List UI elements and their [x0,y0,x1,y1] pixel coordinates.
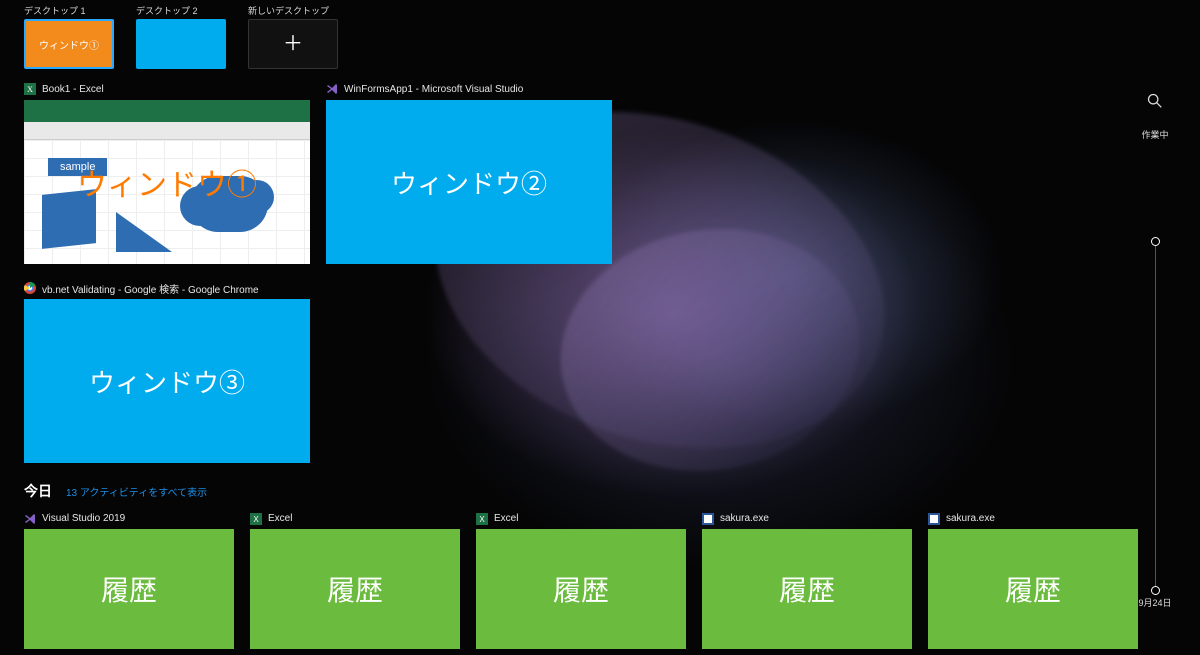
activity-title: Excel [494,513,518,524]
window-title: vb.net Validating - Google 検索 - Google C… [42,281,259,296]
svg-text:X: X [253,515,259,524]
window-tile-vs[interactable]: WinFormsApp1 - Microsoft Visual Studio ウ… [326,81,612,264]
activity-title-bar: sakura.exe [928,511,1138,526]
activity-thumbnail[interactable]: 履歴 [24,529,234,649]
window-thumbnail[interactable]: sample ウィンドウ① [24,100,310,264]
timeline-activities-row: Visual Studio 2019 履歴 X Excel 履歴 X Excel… [24,511,1176,649]
timeline-node-date[interactable] [1151,586,1160,595]
sakura-icon [928,513,940,525]
visual-studio-icon [24,513,36,525]
timeline-line [1155,237,1156,595]
visual-studio-icon [326,83,338,95]
activity-title: sakura.exe [946,513,995,524]
window-overlay-label: ウィンドウ① [24,100,310,264]
timeline-heading: 今日 [24,481,52,501]
svg-text:X: X [27,85,33,94]
window-tile-excel[interactable]: X Book1 - Excel sample ウィンドウ① [24,81,310,264]
timeline-show-all-link[interactable]: 13 アクティビティをすべて表示 [66,484,207,499]
virtual-desktop-thumb[interactable] [136,19,226,69]
plus-icon: ＋ [283,34,303,54]
activity-label: 履歴 [779,569,835,609]
chrome-icon [24,282,36,294]
window-thumbnail[interactable]: ウィンドウ② [326,100,612,264]
search-icon[interactable] [1146,92,1164,110]
activity-title-bar: Visual Studio 2019 [24,511,234,526]
activity-tile[interactable]: sakura.exe 履歴 [702,511,912,649]
new-desktop-label: 新しいデスクトップ [248,4,338,17]
svg-text:X: X [479,515,485,524]
activity-title: sakura.exe [720,513,769,524]
new-desktop-thumb[interactable]: ＋ [248,19,338,69]
activity-thumbnail[interactable]: 履歴 [476,529,686,649]
timeline-rail: 作業中 9月24日 [1130,92,1180,635]
sakura-icon [702,513,714,525]
timeline-node-now[interactable] [1151,237,1160,246]
activity-thumbnail[interactable]: 履歴 [250,529,460,649]
excel-icon: X [476,513,488,525]
window-title-bar: X Book1 - Excel [24,81,310,97]
new-desktop[interactable]: 新しいデスクトップ ＋ [248,4,338,69]
window-overlay-label: ウィンドウ② [391,164,547,201]
activity-label: 履歴 [1005,569,1061,609]
window-title: Book1 - Excel [42,84,104,95]
virtual-desktop-label: デスクトップ 2 [136,4,226,17]
activity-title: Excel [268,513,292,524]
virtual-desktop-1[interactable]: デスクトップ 1 ウィンドウ① [24,4,114,69]
timeline-date-label: 9月24日 [1130,596,1180,609]
virtual-desktop-2[interactable]: デスクトップ 2 [136,4,226,69]
window-title: WinFormsApp1 - Microsoft Visual Studio [344,84,523,95]
activity-thumbnail[interactable]: 履歴 [702,529,912,649]
virtual-desktops-bar: デスクトップ 1 ウィンドウ① デスクトップ 2 新しいデスクトップ ＋ [0,0,1200,75]
window-title-bar: WinFormsApp1 - Microsoft Visual Studio [326,81,612,97]
virtual-desktop-thumb[interactable]: ウィンドウ① [24,19,114,69]
window-title-bar: vb.net Validating - Google 検索 - Google C… [24,280,310,296]
activity-title: Visual Studio 2019 [42,513,125,524]
activity-label: 履歴 [101,569,157,609]
virtual-desktop-label: デスクトップ 1 [24,4,114,17]
activity-title-bar: X Excel [476,511,686,526]
window-tile-chrome[interactable]: vb.net Validating - Google 検索 - Google C… [24,280,310,463]
open-windows-grid: X Book1 - Excel sample ウィンドウ① WinForm [24,81,664,463]
activity-tile[interactable]: X Excel 履歴 [476,511,686,649]
activity-tile[interactable]: Visual Studio 2019 履歴 [24,511,234,649]
virtual-desktop-badge: ウィンドウ① [39,37,99,52]
activity-tile[interactable]: X Excel 履歴 [250,511,460,649]
timeline-heading-row: 今日 13 アクティビティをすべて表示 [24,481,1176,501]
task-view-stage: X Book1 - Excel sample ウィンドウ① WinForm [0,75,1200,649]
excel-icon: X [250,513,262,525]
window-overlay-label: ウィンドウ③ [89,363,245,400]
activity-title-bar: X Excel [250,511,460,526]
activity-label: 履歴 [553,569,609,609]
activity-tile[interactable]: sakura.exe 履歴 [928,511,1138,649]
excel-icon: X [24,83,36,95]
timeline-now-label: 作業中 [1130,128,1180,141]
activity-label: 履歴 [327,569,383,609]
activity-title-bar: sakura.exe [702,511,912,526]
window-thumbnail[interactable]: ウィンドウ③ [24,299,310,463]
activity-thumbnail[interactable]: 履歴 [928,529,1138,649]
